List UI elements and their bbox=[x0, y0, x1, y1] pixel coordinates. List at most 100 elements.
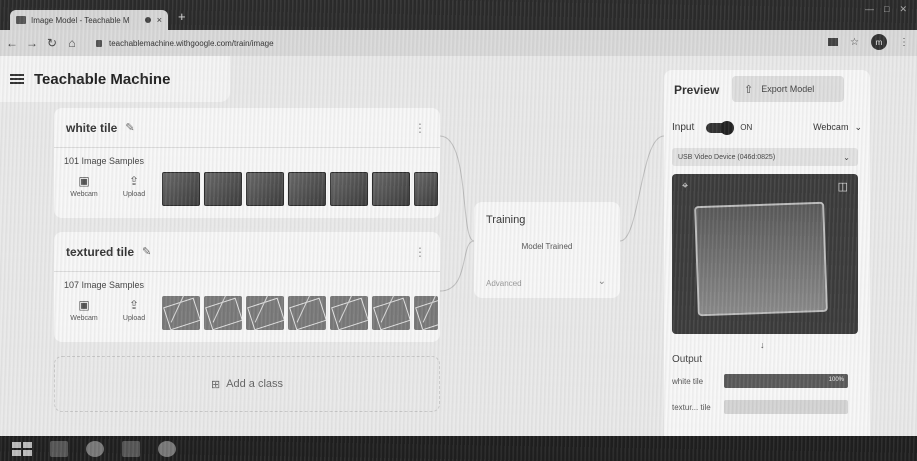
sample-thumbnail[interactable] bbox=[372, 172, 410, 206]
sample-thumbnail[interactable] bbox=[204, 296, 242, 330]
sample-thumbnail[interactable] bbox=[204, 172, 242, 206]
camera-extension-icon[interactable] bbox=[828, 38, 839, 46]
toggle-state-label: ON bbox=[740, 123, 753, 132]
chevron-down-icon: ⌄ bbox=[843, 152, 850, 162]
confidence-bar: 100% bbox=[724, 374, 848, 388]
class-card-header: white tile ✎ ⋮ bbox=[54, 108, 440, 148]
sample-thumbnail[interactable] bbox=[288, 172, 326, 206]
sample-thumbnails bbox=[162, 296, 438, 330]
class-options-icon[interactable]: ⋮ bbox=[414, 121, 426, 135]
advanced-toggle[interactable]: Advanced bbox=[486, 279, 522, 288]
close-window-icon[interactable]: ✕ bbox=[899, 4, 907, 15]
crop-icon[interactable]: ⌖ bbox=[682, 180, 688, 193]
class-options-icon[interactable]: ⋮ bbox=[414, 245, 426, 259]
forward-icon[interactable]: → bbox=[24, 36, 40, 50]
sample-thumbnail[interactable] bbox=[414, 172, 438, 206]
browser-tab-bar: Image Model - Teachable M × + — □ ✕ bbox=[0, 0, 917, 30]
upload-label: Upload bbox=[122, 191, 146, 198]
preview-panel: Preview ⇧ Export Model Input ON Webcam ⌄ … bbox=[664, 70, 870, 436]
train-status-button[interactable]: Model Trained bbox=[474, 242, 620, 251]
sample-thumbnail[interactable] bbox=[372, 296, 410, 330]
media-app-icon[interactable] bbox=[122, 440, 140, 457]
camera-device-value: USB Video Device (046d:0825) bbox=[678, 153, 776, 161]
class-name[interactable]: white tile bbox=[66, 121, 117, 135]
app-viewport: Teachable Machine white tile ✎ ⋮ 101 Ima… bbox=[0, 56, 917, 436]
chevron-down-icon[interactable]: ⌄ bbox=[598, 276, 606, 287]
sample-thumbnail[interactable] bbox=[414, 296, 438, 330]
upload-icon: ⇪ bbox=[128, 174, 140, 188]
confidence-percent: 100% bbox=[828, 377, 844, 383]
input-label: Input bbox=[672, 122, 695, 133]
preview-title: Preview bbox=[674, 83, 720, 97]
input-row: Input ON Webcam ⌄ bbox=[672, 120, 862, 135]
sample-thumbnail[interactable] bbox=[288, 296, 326, 330]
export-icon: ⇧ bbox=[744, 83, 754, 96]
training-card: Training Model Trained Advanced ⌄ bbox=[474, 202, 620, 298]
webcam-button[interactable]: ▣ Webcam bbox=[66, 174, 102, 210]
window-controls: — □ ✕ bbox=[865, 4, 907, 15]
hamburger-menu-icon[interactable] bbox=[10, 74, 24, 84]
input-source-select[interactable]: Webcam ⌄ bbox=[813, 122, 862, 133]
address-bar[interactable]: teachablemachine.withgoogle.com/train/im… bbox=[96, 34, 816, 52]
input-toggle[interactable] bbox=[706, 120, 735, 135]
output-title: Output bbox=[672, 354, 703, 365]
chrome-icon[interactable] bbox=[86, 440, 104, 457]
file-explorer-icon[interactable] bbox=[50, 440, 68, 457]
sample-thumbnail[interactable] bbox=[330, 172, 368, 206]
output-class-label: white tile bbox=[672, 376, 704, 386]
video-camera-icon: ▣ bbox=[78, 298, 90, 312]
browser-toolbar: ← → ↻ ⌂ teachablemachine.withgoogle.com/… bbox=[0, 30, 917, 56]
add-class-label: Add a class bbox=[226, 378, 284, 390]
edit-pencil-icon[interactable]: ✎ bbox=[142, 245, 151, 258]
class-card-white-tile: white tile ✎ ⋮ 101 Image Samples ▣ Webca… bbox=[54, 108, 440, 218]
browser-menu-icon[interactable]: ⋮ bbox=[899, 37, 909, 48]
add-box-icon: ⊞ bbox=[210, 378, 221, 391]
reload-icon[interactable]: ↻ bbox=[44, 36, 60, 50]
upload-button[interactable]: ⇪ Upload bbox=[116, 298, 152, 334]
input-source-value: Webcam bbox=[813, 122, 849, 132]
profile-avatar[interactable]: m bbox=[871, 34, 887, 50]
training-title: Training bbox=[486, 214, 526, 226]
camera-device-select[interactable]: USB Video Device (046d:0825) ⌄ bbox=[672, 148, 858, 166]
upload-button[interactable]: ⇪ Upload bbox=[116, 174, 152, 210]
browser-tab[interactable]: Image Model - Teachable M × bbox=[10, 10, 168, 30]
output-row: textur... tile bbox=[672, 400, 858, 414]
export-label: Export Model bbox=[761, 84, 815, 94]
windows-start-icon[interactable] bbox=[12, 441, 32, 456]
chevron-down-icon: ⌄ bbox=[854, 122, 862, 132]
add-class-button[interactable]: ⊞ Add a class bbox=[54, 356, 440, 412]
export-model-button[interactable]: ⇧ Export Model bbox=[732, 76, 844, 102]
minimize-icon[interactable]: — bbox=[865, 4, 874, 15]
sample-thumbnail[interactable] bbox=[162, 296, 200, 330]
home-icon[interactable]: ⌂ bbox=[64, 36, 80, 50]
webcam-button[interactable]: ▣ Webcam bbox=[66, 298, 102, 334]
webcam-label: Webcam bbox=[70, 315, 98, 322]
flip-camera-icon[interactable]: ◫ bbox=[838, 180, 848, 193]
toolbar-actions: ☆ m ⋮ bbox=[828, 34, 909, 50]
sample-thumbnail[interactable] bbox=[246, 296, 284, 330]
samples-count: 101 Image Samples bbox=[64, 156, 145, 166]
new-tab-button[interactable]: + bbox=[178, 9, 186, 24]
upload-label: Upload bbox=[122, 315, 146, 322]
camera-tile-image bbox=[694, 201, 828, 317]
output-class-label: textur... tile bbox=[672, 402, 711, 412]
app-header: Teachable Machine bbox=[0, 56, 230, 102]
tab-title: Image Model - Teachable M bbox=[31, 15, 130, 25]
class-name[interactable]: textured tile bbox=[66, 245, 134, 259]
output-row: white tile 100% bbox=[672, 374, 858, 388]
sample-thumbnail[interactable] bbox=[330, 296, 368, 330]
url-text: teachablemachine.withgoogle.com/train/im… bbox=[109, 38, 274, 48]
app-title: Teachable Machine bbox=[34, 70, 171, 88]
maximize-icon[interactable]: □ bbox=[884, 4, 889, 15]
edit-pencil-icon[interactable]: ✎ bbox=[125, 121, 134, 134]
arrow-down-icon: ↓ bbox=[760, 340, 765, 350]
sample-thumbnail[interactable] bbox=[246, 172, 284, 206]
samples-count: 107 Image Samples bbox=[64, 280, 145, 290]
tab-close-button[interactable]: × bbox=[157, 15, 162, 25]
back-icon[interactable]: ← bbox=[4, 36, 20, 50]
class-card-textured-tile: textured tile ✎ ⋮ 107 Image Samples ▣ We… bbox=[54, 232, 440, 342]
bookmark-star-icon[interactable]: ☆ bbox=[850, 37, 859, 48]
app-icon[interactable] bbox=[158, 440, 176, 457]
sample-thumbnail[interactable] bbox=[162, 172, 200, 206]
recording-indicator-icon bbox=[144, 17, 151, 23]
